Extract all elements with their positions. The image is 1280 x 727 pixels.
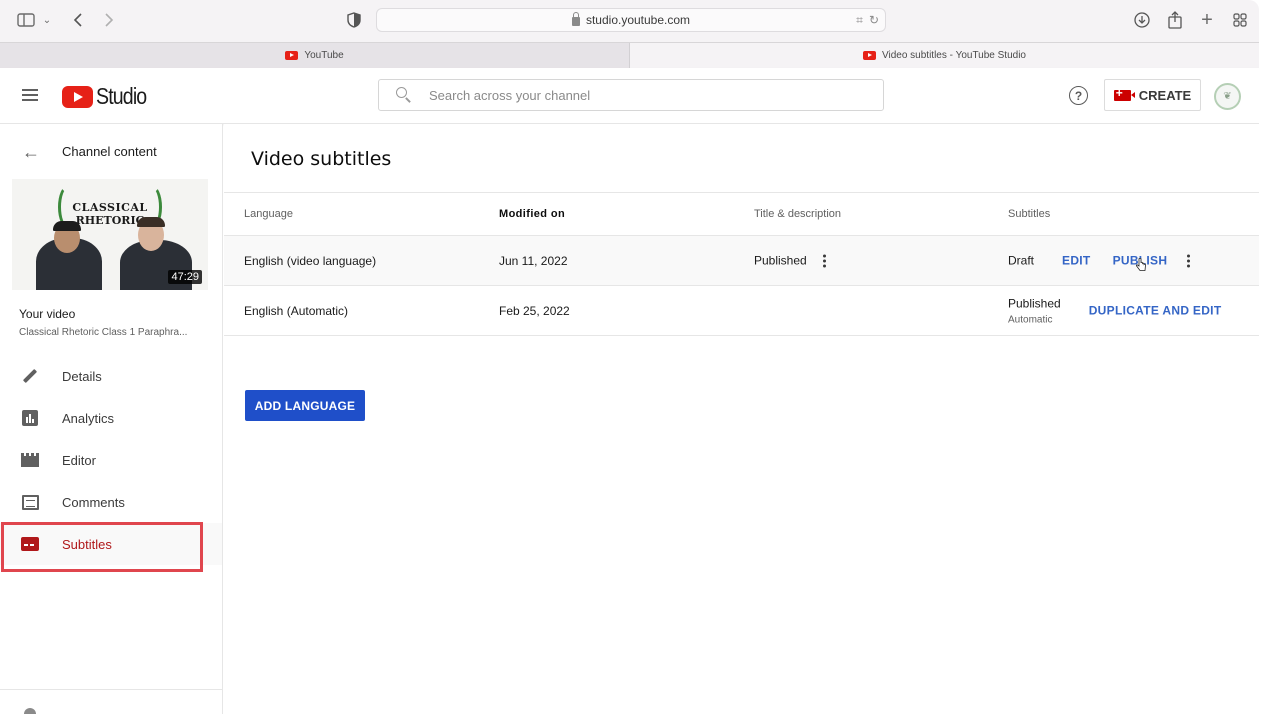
back-nav-icon[interactable] [70, 10, 86, 30]
sidebar-item-details[interactable]: Details [0, 355, 222, 397]
help-icon[interactable]: ? [1069, 86, 1088, 105]
sidebar-item-analytics[interactable]: Analytics [0, 397, 222, 439]
sidebar-item-label: Comments [62, 494, 125, 510]
sidebar-item-label: Subtitles [62, 536, 112, 552]
subtitles-status: Published Automatic [1008, 296, 1061, 325]
sidebar-toggle-icon[interactable] [16, 10, 36, 30]
table-row: English (video language) Jun 11, 2022 Pu… [224, 236, 1259, 286]
table-row: English (Automatic) Feb 25, 2022 Publish… [224, 286, 1259, 336]
thumbnail-hair-right [137, 217, 165, 227]
create-label: CREATE [1138, 87, 1192, 103]
language-cell: English (Automatic) [244, 303, 349, 318]
video-duration: 47:29 [168, 270, 202, 284]
search-icon [394, 85, 414, 105]
column-header-modified[interactable]: Modified on [499, 208, 565, 220]
studio-header: Studio ? CREATE ❦ [0, 68, 1259, 124]
browser-tab-youtube[interactable]: YouTube [0, 43, 630, 68]
tab-label: YouTube [304, 50, 344, 61]
sidebar-item-label: Analytics [62, 410, 115, 426]
video-thumbnail[interactable]: CLASSICAL RHETORIC 47:29 [12, 179, 208, 290]
sidebar-divider [0, 689, 222, 690]
reload-icon[interactable]: ↻ [869, 13, 879, 28]
your-video-label: Your video [19, 307, 76, 321]
create-button[interactable]: CREATE [1104, 79, 1201, 111]
title-description-cell: Published [754, 252, 828, 269]
youtube-favicon-icon [863, 51, 876, 60]
channel-content-link[interactable]: Channel content [62, 144, 157, 159]
more-options-icon[interactable] [1185, 252, 1192, 269]
main-content: Video subtitles Language Modified on Tit… [224, 124, 1259, 714]
column-header-language: Language [244, 208, 293, 220]
hand-cursor-icon [1136, 258, 1146, 271]
avatar[interactable]: ❦ [1214, 83, 1241, 110]
back-arrow-icon[interactable]: ← [22, 142, 40, 163]
share-icon[interactable] [1166, 10, 1184, 30]
subtitles-status-primary: Published [1008, 296, 1061, 310]
browser-toolbar: ⌄ studio.youtube.com ⌗ ↻ + [0, 0, 1259, 42]
subtitles-status-secondary: Automatic [1008, 314, 1053, 325]
modified-cell: Jun 11, 2022 [499, 253, 568, 268]
title-description-status: Published [754, 253, 807, 268]
browser-tab-bar: YouTube Video subtitles - YouTube Studio [0, 42, 1259, 68]
address-bar[interactable]: studio.youtube.com ⌗ ↻ [376, 8, 886, 32]
privacy-shield-icon[interactable] [346, 10, 362, 30]
sidebar-item-editor[interactable]: Editor [0, 439, 222, 481]
search-box[interactable] [378, 79, 884, 111]
subtitles-status: Draft [1008, 253, 1035, 268]
sidebar-item-comments[interactable]: Comments [0, 481, 222, 523]
tab-overview-icon[interactable] [1231, 10, 1249, 30]
youtube-logo-icon [62, 85, 93, 108]
subtitles-icon [20, 534, 40, 554]
url-text: studio.youtube.com [585, 13, 691, 27]
subtitles-table: Language Modified on Title & description… [224, 192, 1259, 336]
thumbnail-title-line2: RHETORIC [75, 214, 145, 227]
comments-icon [20, 492, 40, 512]
browser-window: ⌄ studio.youtube.com ⌗ ↻ + YouTube Video… [0, 0, 1259, 714]
add-language-button[interactable]: ADD LANGUAGE [245, 390, 365, 421]
downloads-icon[interactable] [1133, 10, 1151, 30]
sidebar: ← Channel content CLASSICAL RHETORIC 47:… [0, 124, 223, 714]
pencil-icon [20, 366, 40, 386]
sidebar-item-label: Details [62, 368, 102, 384]
sidebar-item-subtitles[interactable]: Subtitles [0, 522, 222, 572]
tab-label: Video subtitles - YouTube Studio [882, 50, 1026, 61]
column-header-title-description: Title & description [754, 208, 842, 220]
new-tab-icon[interactable]: + [1198, 9, 1216, 31]
thumbnail-hair-left [53, 221, 81, 231]
more-options-icon[interactable] [821, 252, 828, 269]
sidebar-nav: Details Analytics Editor Comments Subtit… [0, 355, 222, 572]
column-header-subtitles: Subtitles [1008, 208, 1051, 220]
edit-button[interactable]: EDIT [1062, 254, 1091, 268]
search-input[interactable] [429, 87, 849, 103]
settings-icon[interactable] [24, 708, 36, 714]
analytics-icon [20, 408, 40, 428]
sidebar-item-label: Editor [62, 452, 96, 468]
translate-icon[interactable]: ⌗ [856, 13, 863, 28]
logo-text: Studio [96, 83, 147, 109]
page-title: Video subtitles [251, 148, 392, 170]
forward-nav-icon[interactable] [101, 10, 117, 30]
lock-icon [571, 11, 580, 26]
menu-icon[interactable] [22, 89, 38, 101]
video-title: Classical Rhetoric Class 1 Paraphra... [19, 327, 188, 338]
browser-tab-studio[interactable]: Video subtitles - YouTube Studio [630, 43, 1259, 68]
video-camera-icon [1113, 86, 1135, 101]
editor-icon [20, 450, 40, 470]
subtitles-cell: Published Automatic DUPLICATE AND EDIT [1008, 296, 1221, 325]
studio-logo[interactable]: Studio [62, 83, 155, 110]
channel-laurel-icon: ❦ [1223, 91, 1232, 102]
table-header: Language Modified on Title & description… [224, 193, 1259, 236]
modified-cell: Feb 25, 2022 [499, 303, 570, 318]
chevron-down-icon[interactable]: ⌄ [40, 10, 54, 30]
thumbnail-title-line1: CLASSICAL [72, 201, 148, 214]
language-cell: English (video language) [244, 253, 377, 268]
youtube-favicon-icon [285, 51, 299, 60]
duplicate-and-edit-button[interactable]: DUPLICATE AND EDIT [1089, 304, 1222, 318]
subtitles-cell: Draft EDIT PUBLISH [1008, 252, 1192, 269]
